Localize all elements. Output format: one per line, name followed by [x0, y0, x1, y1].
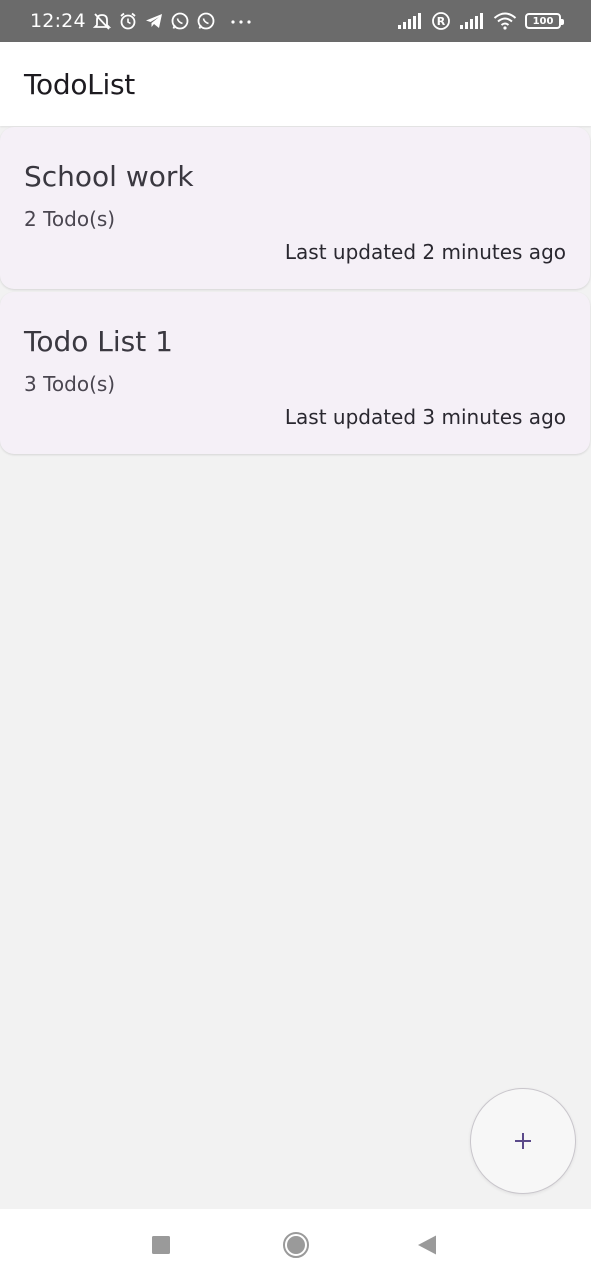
battery-indicator: 100 [525, 13, 564, 29]
battery-level: 100 [532, 15, 554, 27]
add-list-button[interactable] [470, 1088, 576, 1194]
recents-square-icon[interactable] [151, 1235, 171, 1260]
todo-count: 2 Todo(s) [24, 207, 116, 231]
notifications-off-icon [92, 11, 112, 31]
svg-text:R: R [437, 15, 446, 28]
last-updated-text: Last updated 3 minutes ago [284, 405, 566, 429]
todo-list-card[interactable]: School work 2 Todo(s) Last updated 2 min… [0, 127, 590, 289]
app-bar: TodoList [0, 42, 591, 126]
whatsapp-icon [196, 11, 216, 31]
telegram-icon [144, 11, 164, 31]
home-circle-icon[interactable] [282, 1231, 310, 1264]
alarm-icon [118, 11, 138, 31]
status-time: 12:24 [30, 10, 86, 32]
status-right-icons: R 100 [397, 11, 564, 31]
back-triangle-icon[interactable] [416, 1234, 438, 1261]
todo-list-container: School work 2 Todo(s) Last updated 2 min… [0, 127, 591, 457]
todo-count: 3 Todo(s) [24, 372, 116, 396]
signal-icon [459, 12, 485, 30]
status-bar: 12:24 R 100 [0, 0, 591, 42]
todo-list-title: Todo List 1 [24, 325, 173, 358]
add-icon [515, 1133, 531, 1149]
roaming-r-icon: R [431, 11, 451, 31]
signal-icon [397, 12, 423, 30]
whatsapp-icon [170, 11, 190, 31]
todo-list-card[interactable]: Todo List 1 3 Todo(s) Last updated 3 min… [0, 292, 590, 454]
app-title: TodoList [24, 67, 135, 101]
status-left-icons [92, 11, 252, 31]
todo-list-title: School work [24, 160, 194, 193]
wifi-icon [493, 12, 517, 30]
more-dots-icon [230, 11, 252, 31]
last-updated-text: Last updated 2 minutes ago [284, 240, 566, 264]
system-nav-bar [0, 1209, 591, 1280]
